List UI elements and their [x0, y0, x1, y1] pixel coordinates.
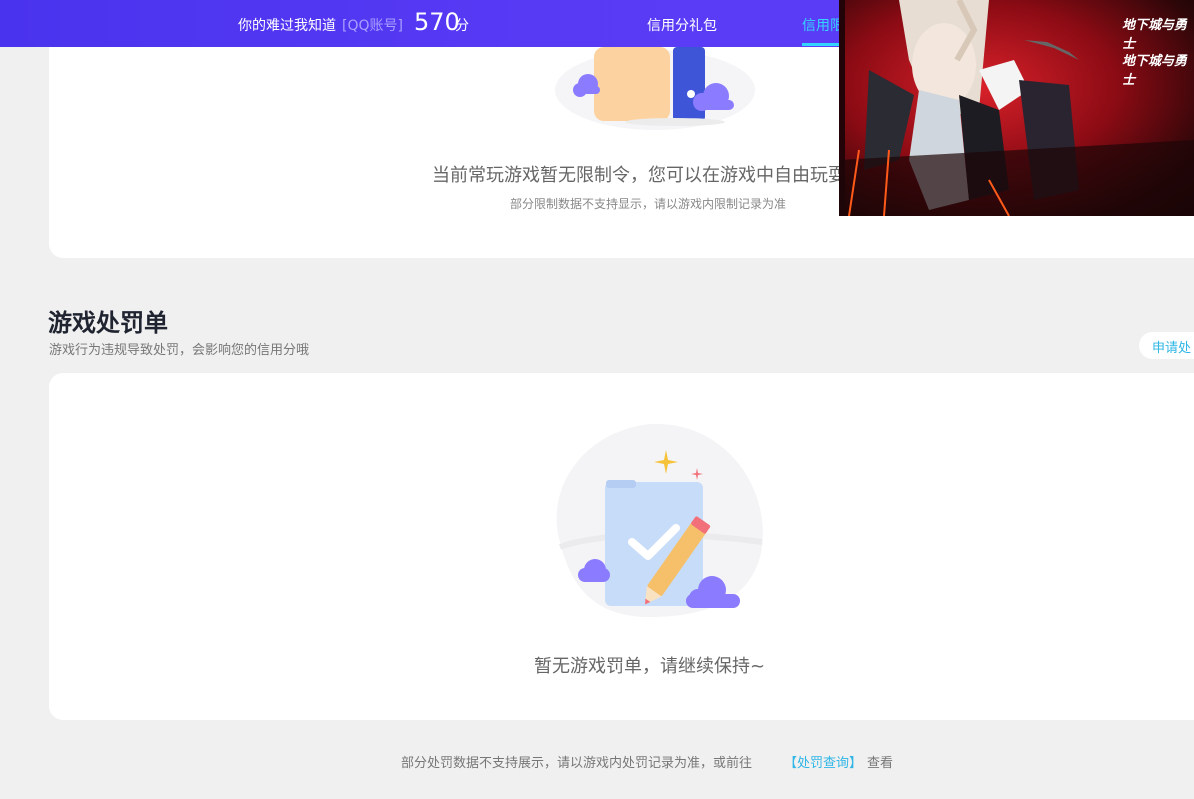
section-title-penalty: 游戏处罚单 [48, 309, 168, 337]
footer-note: 部分处罚数据不支持展示，请以游戏内处罚记录为准，或前往 [401, 756, 753, 771]
nav-active-indicator [802, 43, 842, 46]
username: 你的难过我知道 [238, 18, 336, 34]
restriction-note: 部分限制数据不支持显示，请以游戏内限制记录为准 [510, 197, 787, 211]
section-description: 游戏行为违规导致处罚，会影响您的信用分哦 [49, 343, 310, 358]
banner-logo-bottom: 地下城与勇士 [1122, 54, 1188, 88]
penalty-query-link[interactable]: 【处罚查询】 [784, 752, 862, 771]
account-type: [QQ账号] [342, 18, 403, 34]
thumbs-up-icon [594, 47, 670, 121]
page: 当前常玩游戏暂无限制令，您可以在游戏中自由玩耍 部分限制数据不支持显示，请以游戏… [0, 0, 1194, 799]
restriction-message: 当前常玩游戏暂无限制令，您可以在游戏中自由玩耍 [432, 165, 846, 186]
empty-penalty-illustration [556, 423, 763, 617]
banner-logo-top: 地下城与勇士 [1122, 18, 1188, 52]
credit-score: 570 [414, 8, 460, 36]
credit-score-unit: 分 [455, 18, 469, 34]
apply-penalty-button[interactable]: 申请处 [1139, 332, 1194, 359]
footer-suffix: 查看 [867, 756, 894, 771]
empty-penalty-message: 暂无游戏罚单，请继续保持~ [534, 656, 766, 677]
nav-credit-limit[interactable]: 信用限 [802, 15, 844, 35]
nav-credit-gift[interactable]: 信用分礼包 [647, 15, 717, 35]
